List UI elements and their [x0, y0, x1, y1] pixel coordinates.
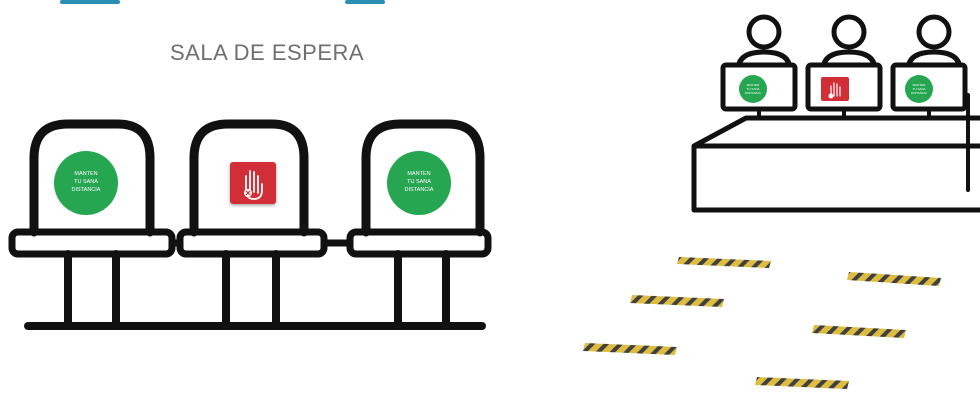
- cancel-icon-small: [828, 93, 834, 99]
- floor-tape-6: [755, 377, 849, 389]
- floor-tape-3: [630, 295, 724, 307]
- chair-3-sign-line-3: DISTANCIA: [405, 187, 434, 193]
- monitor-1-sign: MANTEN TU SANA DISTANCIA: [739, 75, 767, 103]
- chair-1-sign-line-3: DISTANCIA: [72, 187, 101, 193]
- chair-3-sign-line-1: MANTEN: [407, 171, 430, 177]
- chair-1-sign-line-1: MANTEN: [74, 171, 97, 177]
- chair-2-sign: [230, 162, 276, 204]
- monitor-2-sign: [821, 77, 849, 101]
- reception: [691, 14, 980, 213]
- floor-tape-4: [812, 325, 906, 338]
- chair-3-sign: MANTEN TU SANA DISTANCIA: [387, 151, 451, 215]
- chair-1-sign: MANTEN TU SANA DISTANCIA: [54, 151, 118, 215]
- floor-tape-1: [677, 257, 771, 268]
- scene-illustration: MANTEN TU SANA DISTANCIA MANTEN TU SANA …: [8, 14, 980, 389]
- desk: [691, 115, 980, 213]
- monitor-3-sign: MANTEN TU SANA DISTANCIA: [905, 75, 933, 103]
- chair-2: [176, 119, 328, 330]
- chair-3-sign-line-2: TU SANA: [407, 179, 431, 185]
- chair-1-sign-line-2: TU SANA: [74, 179, 98, 185]
- monitor-3-sign-line-3: DISTANCIA: [911, 91, 927, 95]
- monitor-1-sign-line-3: DISTANCIA: [745, 91, 761, 95]
- floor-tapes: [583, 257, 941, 389]
- floor-tape-5: [583, 343, 677, 355]
- floor-tape-2: [847, 272, 941, 286]
